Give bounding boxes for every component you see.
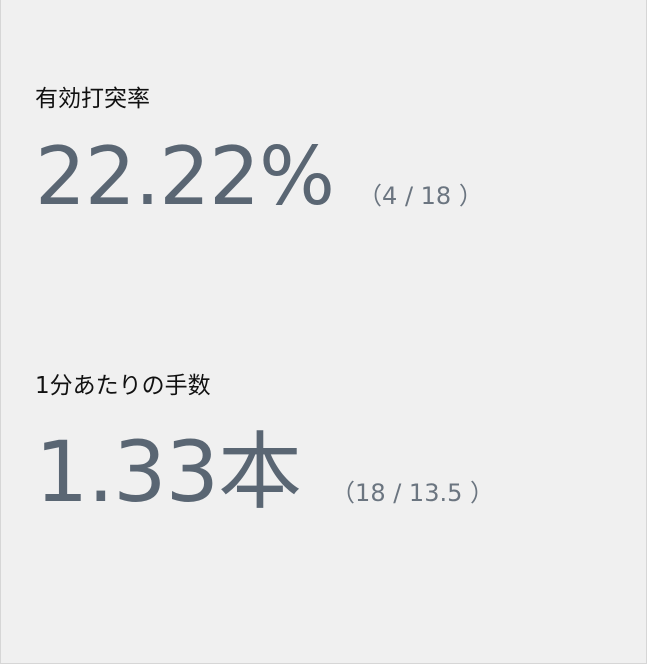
stat-label: 有効打突率 bbox=[35, 86, 150, 112]
stats-panel: 有効打突率 22.22% （4 / 18 ） 1分あたりの手数 1.33本 （1… bbox=[0, 0, 647, 664]
stat-row: 22.22% （4 / 18 ） bbox=[35, 137, 483, 217]
stat-strikes-per-minute: 1分あたりの手数 1.33本 （18 / 13.5 ） bbox=[35, 373, 494, 515]
stat-row: 1.33本 （18 / 13.5 ） bbox=[35, 430, 494, 514]
stat-detail: （18 / 13.5 ） bbox=[331, 479, 494, 507]
stat-label: 1分あたりの手数 bbox=[35, 373, 211, 399]
stat-value: 22.22% bbox=[35, 130, 335, 223]
stat-value: 1.33本 bbox=[35, 423, 302, 521]
stat-effective-strike-rate: 有効打突率 22.22% （4 / 18 ） bbox=[35, 88, 483, 217]
stat-detail: （4 / 18 ） bbox=[358, 182, 483, 210]
